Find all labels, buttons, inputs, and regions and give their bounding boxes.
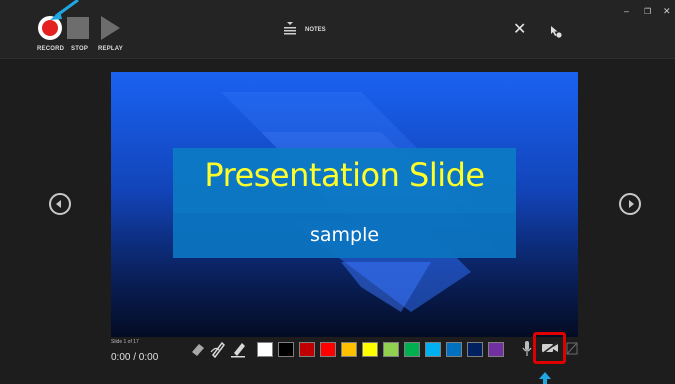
ink-color-light-green[interactable] xyxy=(383,342,399,357)
replay-button[interactable] xyxy=(101,16,120,40)
next-slide-icon[interactable] xyxy=(619,193,641,215)
notes-icon[interactable] xyxy=(284,21,296,37)
ink-color-green[interactable] xyxy=(404,342,420,357)
ink-color-dark-red[interactable] xyxy=(299,342,315,357)
notes-button-label[interactable]: NOTES xyxy=(305,27,326,33)
eraser-icon[interactable] xyxy=(190,340,206,358)
slide-subtitle: sample xyxy=(309,224,380,246)
pointer-icon[interactable] xyxy=(549,25,563,39)
close-icon[interactable]: ✕ xyxy=(513,22,526,38)
ink-color-white[interactable] xyxy=(257,342,273,357)
slide-counter: Slide 1 of 17 xyxy=(111,339,139,345)
camera-toggle-highlight[interactable] xyxy=(533,332,566,364)
pen-icon[interactable] xyxy=(210,340,226,358)
camera-preview-icon[interactable] xyxy=(566,341,578,356)
camera-icon[interactable] xyxy=(541,341,559,355)
window-close-icon[interactable]: ✕ xyxy=(663,6,671,17)
slide-preview: Presentation Slide sample xyxy=(111,72,578,337)
slide-title: Presentation Slide xyxy=(204,156,485,194)
maximize-icon[interactable]: ❐ xyxy=(644,7,651,16)
recording-timer: 0:00 / 0:00 xyxy=(111,352,159,363)
microphone-icon[interactable] xyxy=(521,340,533,357)
callout-arrow-top xyxy=(50,0,79,20)
stop-label: STOP xyxy=(71,46,89,52)
record-label: RECORD xyxy=(37,46,65,52)
ink-color-orange[interactable] xyxy=(341,342,357,357)
minimize-icon[interactable]: – xyxy=(624,6,629,16)
ink-color-red[interactable] xyxy=(320,342,336,357)
ink-color-black[interactable] xyxy=(278,342,294,357)
highlighter-icon[interactable] xyxy=(230,340,246,358)
ink-color-light-blue[interactable] xyxy=(425,342,441,357)
toolbar-divider xyxy=(0,58,675,59)
callout-arrow-bottom xyxy=(539,372,551,384)
ink-color-blue[interactable] xyxy=(446,342,462,357)
previous-slide-icon[interactable] xyxy=(49,193,71,215)
replay-label: REPLAY xyxy=(98,46,123,52)
ink-color-dark-blue[interactable] xyxy=(467,342,483,357)
ink-color-purple[interactable] xyxy=(488,342,504,357)
ink-color-yellow[interactable] xyxy=(362,342,378,357)
